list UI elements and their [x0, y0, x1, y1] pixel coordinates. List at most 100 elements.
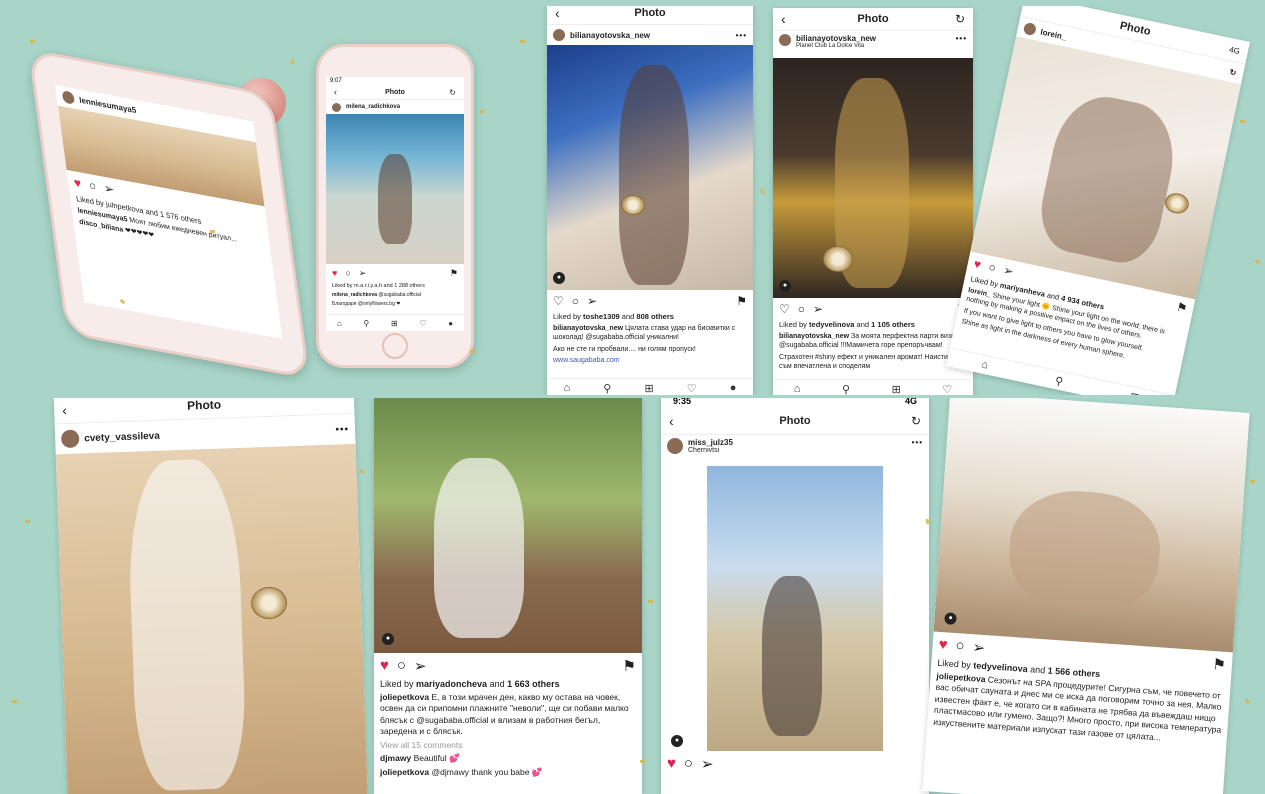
heart-icon[interactable]: ♥ — [380, 657, 389, 675]
back-icon[interactable]: ‹ — [669, 413, 674, 429]
avatar — [667, 438, 683, 454]
add-icon[interactable]: ⊞ — [892, 383, 901, 396]
heart-outline-icon[interactable]: ♡ — [687, 382, 697, 395]
post-photo[interactable] — [326, 114, 464, 264]
view-all-comments[interactable]: View all 15 comments — [374, 739, 642, 752]
page-title: Photo — [1118, 19, 1152, 39]
comment-icon[interactable]: ○ — [684, 755, 693, 773]
comment: Благодаря @onlyflowers.bg ❤ — [332, 300, 401, 307]
more-icon[interactable]: ••• — [335, 424, 349, 435]
post-photo[interactable]: ● — [374, 398, 642, 653]
share-icon[interactable]: ➢ — [587, 294, 597, 308]
bookmark-icon[interactable]: ⚑ — [1212, 655, 1227, 674]
search-icon[interactable]: ⚲ — [1054, 374, 1065, 388]
user-tag-icon[interactable]: ● — [382, 633, 394, 645]
heart-icon[interactable]: ♥ — [73, 175, 82, 191]
home-icon[interactable]: ⌂ — [337, 319, 342, 328]
add-icon[interactable]: ⊞ — [644, 382, 653, 395]
comment-icon[interactable]: ○ — [345, 268, 350, 279]
post-actions: ♥ ○ ➢ ⚑ — [374, 653, 642, 679]
page-title: Photo — [385, 88, 405, 96]
profile-icon[interactable]: ● — [448, 319, 453, 328]
heart-outline-icon[interactable]: ♡ — [553, 294, 564, 308]
comment-icon[interactable]: ○ — [955, 637, 965, 656]
profile-icon[interactable]: ● — [730, 382, 737, 394]
post-user[interactable]: milena_radichkova — [326, 100, 464, 114]
more-icon[interactable]: ••• — [912, 438, 923, 447]
bookmark-icon[interactable]: ⚑ — [1175, 300, 1188, 316]
share-icon[interactable]: ➢ — [1002, 263, 1015, 279]
user-tag-icon[interactable]: ● — [944, 612, 957, 625]
signal-status: 4G — [904, 398, 917, 406]
product-jar — [250, 586, 288, 620]
person-figure — [619, 65, 689, 285]
search-icon[interactable]: ⚲ — [842, 383, 850, 396]
post-photo[interactable] — [55, 443, 369, 794]
add-icon[interactable]: ⊞ — [1129, 390, 1141, 395]
share-icon[interactable]: ➢ — [414, 657, 427, 675]
heart-icon[interactable]: ♥ — [667, 755, 676, 773]
avatar — [332, 102, 341, 112]
share-icon[interactable]: ➢ — [359, 268, 367, 279]
search-icon[interactable]: ⚲ — [363, 319, 369, 328]
post-photo[interactable]: ● — [547, 45, 753, 290]
heart-outline-icon[interactable]: ♡ — [419, 319, 426, 328]
screen-header: ‹ Photo — [547, 6, 753, 25]
home-icon[interactable]: ⌂ — [794, 383, 801, 395]
more-icon[interactable]: ••• — [736, 31, 747, 40]
heart-icon[interactable]: ♥ — [972, 257, 982, 272]
user-tag-icon[interactable]: ● — [779, 280, 791, 292]
back-icon[interactable]: ‹ — [781, 11, 786, 27]
username: miss_julz35 — [688, 438, 733, 447]
post-photo[interactable]: ● — [773, 58, 973, 298]
post-user[interactable]: bilianayotovska_new ••• — [547, 25, 753, 45]
likes-text: Liked by toshe1309 and 808 others — [553, 312, 674, 321]
phone-left-screen: lenniesumaya5 ♥ ○ ➢ Liked by julnpetkova… — [55, 84, 283, 339]
post-photo[interactable]: ● — [671, 466, 883, 751]
comment-icon[interactable]: ○ — [798, 302, 805, 316]
likes-text: Liked by mariyadoncheva and 1 663 others — [380, 679, 560, 689]
user-tag-icon[interactable]: ● — [553, 272, 565, 284]
product-jar — [1163, 191, 1191, 216]
bookmark-icon[interactable]: ⚑ — [736, 294, 747, 308]
screen-header: ‹ Photo ↻ — [773, 8, 973, 31]
share-icon[interactable]: ➢ — [701, 755, 714, 773]
bookmark-icon[interactable]: ⚑ — [450, 268, 458, 279]
comment-icon[interactable]: ○ — [572, 294, 579, 308]
user-tag-icon[interactable]: ● — [671, 735, 683, 747]
heart-icon[interactable]: ♥ — [332, 268, 337, 279]
share-icon[interactable]: ➢ — [103, 181, 115, 197]
post-card-spa: ● ♥ ○ ➢ ⚑ Liked by tedyvelinova and 1 56… — [922, 398, 1250, 794]
heart-outline-icon[interactable]: ♡ — [942, 383, 952, 396]
post-photo[interactable] — [970, 36, 1242, 300]
refresh-icon[interactable]: ↻ — [449, 88, 456, 97]
bookmark-icon[interactable]: ⚑ — [623, 657, 636, 675]
refresh-icon[interactable]: ↻ — [955, 12, 965, 26]
comment-icon[interactable]: ○ — [397, 657, 406, 675]
refresh-icon[interactable]: ↻ — [1229, 67, 1238, 77]
person-figure — [378, 154, 412, 244]
phone-right-screen: 9:07 ‹ Photo ↻ milena_radichkova ♥ ○ ➢ ⚑… — [326, 77, 464, 331]
home-icon[interactable]: ⌂ — [564, 382, 571, 394]
post-user[interactable]: miss_julz35 Chernivtsi ••• — [661, 435, 929, 466]
search-icon[interactable]: ⚲ — [603, 382, 611, 395]
more-icon[interactable]: ••• — [956, 34, 967, 43]
comment-icon[interactable]: ○ — [987, 260, 997, 275]
add-icon[interactable]: ⊞ — [391, 319, 398, 328]
page-title: Photo — [857, 13, 889, 25]
home-button[interactable] — [382, 333, 408, 359]
heart-outline-icon[interactable]: ♡ — [779, 302, 790, 316]
back-icon[interactable]: ‹ — [555, 6, 560, 21]
heart-icon[interactable]: ♥ — [938, 636, 948, 655]
post-user[interactable]: bilianayotovska_new Planet Club La Dolce… — [773, 31, 973, 58]
home-icon[interactable]: ⌂ — [980, 358, 989, 371]
share-icon[interactable]: ➢ — [813, 302, 823, 316]
caption-url[interactable]: www.saugababa.com — [547, 355, 753, 366]
share-icon[interactable]: ➢ — [972, 638, 986, 657]
comment-icon[interactable]: ○ — [88, 178, 97, 194]
back-icon[interactable]: ‹ — [62, 402, 67, 418]
back-icon[interactable]: ‹ — [334, 87, 337, 97]
refresh-icon[interactable]: ↻ — [911, 414, 921, 428]
post-photo[interactable]: ● — [933, 398, 1250, 653]
avatar — [553, 29, 565, 41]
